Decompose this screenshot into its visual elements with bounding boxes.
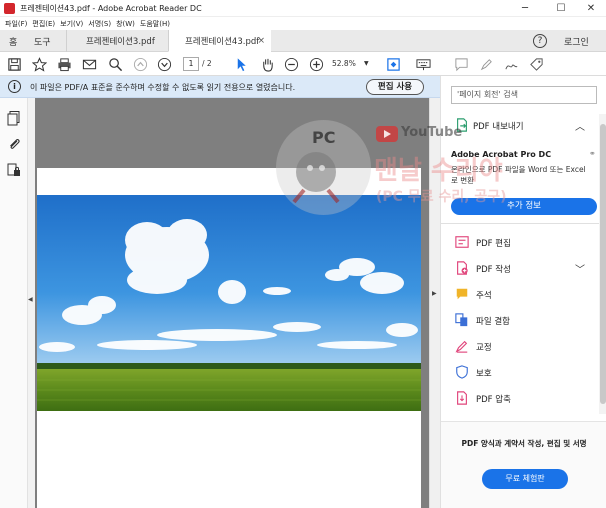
main-toolbar: 1 / 2 52.8% ▼	[0, 52, 606, 76]
tool-label: PDF 압축	[476, 395, 511, 405]
help-icon[interactable]: ?	[533, 34, 547, 48]
zoom-level-value: 52.8%	[332, 59, 356, 68]
create-pdf-icon	[457, 261, 468, 275]
tool-protect[interactable]: 보호	[441, 362, 599, 382]
chevron-up-icon[interactable]: ︿	[575, 118, 585, 133]
maximize-button[interactable]: ☐	[546, 0, 576, 17]
tool-compress-pdf[interactable]: PDF 압축	[441, 388, 599, 408]
login-link[interactable]: 로그인	[564, 35, 589, 48]
trial-promo: PDF 양식과 계약서 작성, 편집 및 서명 무료 체험판	[441, 421, 606, 508]
combine-files-icon	[455, 313, 468, 327]
print-icon[interactable]	[56, 56, 72, 72]
tab-document-2-label: 프레젠테이션43.pdf	[185, 36, 260, 47]
previous-page-icon[interactable]	[132, 56, 148, 72]
tool-label: 파일 결합	[476, 317, 510, 327]
left-panel-splitter[interactable]: ◀	[28, 98, 35, 508]
document-viewport[interactable]	[35, 98, 429, 508]
bookmark-star-icon[interactable]	[31, 56, 47, 72]
divider	[441, 223, 599, 224]
tool-label: 주석	[476, 291, 492, 301]
acrobat-app-icon	[4, 2, 15, 14]
next-page-icon[interactable]	[156, 56, 172, 72]
left-navigation-rail	[0, 98, 28, 508]
page-number-input[interactable]: 1	[183, 57, 199, 71]
tools-search-input[interactable]: '페이지 회전' 검색	[451, 86, 597, 104]
tool-redact[interactable]: 교정	[441, 336, 599, 356]
compress-pdf-icon	[457, 391, 467, 405]
promo-text: PDF 양식과 계약서 작성, 편집 및 서명	[461, 439, 587, 448]
free-trial-button[interactable]: 무료 체험판	[482, 469, 568, 489]
menu-sign[interactable]: 서명(S)	[88, 19, 111, 29]
close-tab-icon[interactable]: ×	[257, 36, 265, 46]
menu-bar: 파일(F) 편집(E) 보기(V) 서명(S) 창(W) 도움말(H)	[0, 17, 606, 30]
window-title: 프레젠테이션43.pdf - Adobe Acrobat Reader DC	[20, 3, 202, 13]
tab-document-1[interactable]: 프레젠테이션3.pdf	[66, 30, 168, 52]
tool-label: PDF 작성	[476, 265, 511, 275]
save-icon[interactable]	[6, 56, 22, 72]
export-pdf-header[interactable]: PDF 내보내기 ︿	[441, 114, 599, 136]
tab-document-2[interactable]: 프레젠테이션43.pdf ×	[168, 30, 271, 52]
info-icon: i	[8, 80, 21, 93]
page-total: / 2	[202, 59, 212, 68]
acrobat-pro-title: Adobe Acrobat Pro DC	[451, 150, 552, 159]
export-pdf-icon	[457, 118, 467, 132]
search-icon[interactable]	[107, 56, 123, 72]
chevron-down-icon[interactable]: ﹀	[575, 261, 585, 276]
zoom-out-icon[interactable]	[283, 56, 299, 72]
keyboard-icon[interactable]	[415, 56, 431, 72]
page-thumbnails-icon[interactable]	[6, 110, 22, 126]
landscape-photo	[37, 195, 421, 411]
security-lock-icon[interactable]	[6, 162, 22, 178]
pdf-page-1	[37, 168, 421, 440]
acrobat-pro-description: 온라인으로 PDF 파일을 Word 또는 Excel 로 변환	[451, 165, 586, 185]
menu-help[interactable]: 도움말(H)	[140, 19, 170, 29]
right-panel-splitter[interactable]: ▶	[429, 98, 440, 508]
tool-label: PDF 편집	[476, 239, 511, 249]
email-icon[interactable]	[81, 56, 97, 72]
attachment-icon[interactable]	[6, 136, 22, 152]
highlight-pen-icon[interactable]	[478, 56, 494, 72]
collapse-left-arrow-icon[interactable]: ◀	[28, 296, 33, 303]
tab-document-1-label: 프레젠테이션3.pdf	[86, 37, 155, 47]
comment-icon[interactable]	[453, 56, 469, 72]
stamp-tag-icon[interactable]	[528, 56, 544, 72]
redact-icon	[455, 340, 468, 353]
zoom-in-icon[interactable]	[308, 56, 324, 72]
tab-bar: 홈 도구 프레젠테이션3.pdf 프레젠테이션43.pdf × ? 로그인	[0, 30, 606, 52]
select-cursor-icon[interactable]	[233, 56, 249, 72]
tool-edit-pdf[interactable]: PDF 편집	[441, 232, 599, 252]
protect-icon	[456, 365, 468, 379]
menu-view[interactable]: 보기(V)	[60, 19, 83, 29]
pdf-page-2	[37, 438, 421, 508]
close-window-button[interactable]: ✕	[576, 0, 606, 17]
collapse-right-arrow-icon[interactable]: ▶	[432, 290, 437, 297]
tool-combine-files[interactable]: 파일 결합	[441, 310, 599, 330]
comment-icon	[456, 288, 468, 300]
minimize-button[interactable]: ─	[510, 0, 540, 17]
hand-tool-icon[interactable]	[259, 56, 275, 72]
zoom-level-select[interactable]: 52.8% ▼	[332, 57, 372, 71]
tools-scrollbar[interactable]	[599, 114, 606, 414]
tool-create-pdf[interactable]: PDF 작성 ﹀	[441, 258, 599, 278]
read-only-info-bar: i 이 파일은 PDF/A 표준을 준수하며 수정할 수 없도록 읽기 전용으로…	[0, 76, 440, 98]
menu-file[interactable]: 파일(F)	[5, 19, 27, 29]
enable-editing-button[interactable]: 편집 사용	[366, 79, 424, 95]
tools-pane: '페이지 회전' 검색 PDF 내보내기 ︿ Adobe Acrobat Pro…	[440, 76, 606, 508]
fit-page-icon[interactable]	[385, 56, 401, 72]
tab-tools[interactable]: 도구	[34, 30, 51, 52]
edit-pdf-icon	[455, 236, 469, 248]
unlink-icon[interactable]: ⚭	[589, 149, 596, 158]
tool-comment[interactable]: 주석	[441, 284, 599, 304]
tab-home[interactable]: 홈	[9, 30, 17, 52]
sign-icon[interactable]	[503, 56, 519, 72]
more-info-button[interactable]: 추가 정보	[451, 198, 597, 215]
info-message: 이 파일은 PDF/A 표준을 준수하며 수정할 수 없도록 읽기 전용으로 열…	[30, 83, 296, 92]
tool-label: 보호	[476, 369, 492, 379]
menu-window[interactable]: 창(W)	[116, 19, 135, 29]
menu-edit[interactable]: 편집(E)	[32, 19, 55, 29]
tool-label: 교정	[476, 343, 492, 353]
chevron-down-icon: ▼	[364, 60, 369, 67]
scrollbar-thumb[interactable]	[600, 124, 606, 404]
export-pdf-label: PDF 내보내기	[473, 122, 524, 132]
